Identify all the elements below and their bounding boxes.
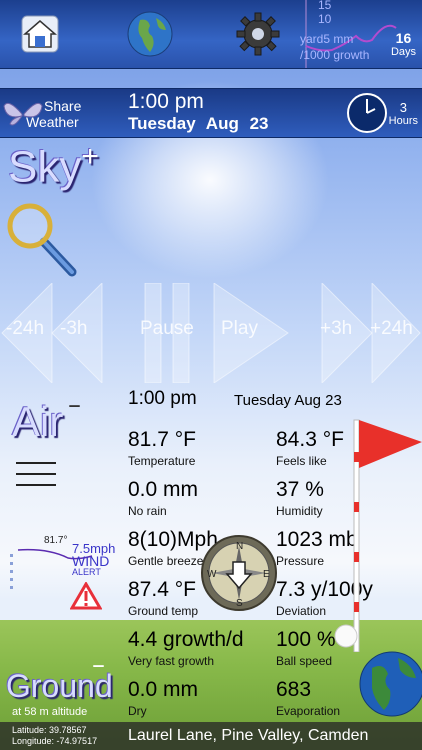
compass-w: W bbox=[207, 569, 217, 580]
compass-icon[interactable]: N S E W bbox=[200, 534, 278, 612]
hours-value: 3 bbox=[399, 100, 407, 115]
settings-button[interactable] bbox=[232, 8, 284, 60]
wind-temp-small: 81.7° bbox=[44, 535, 68, 546]
latitude-label: Latitude: 39.78567 bbox=[12, 725, 87, 735]
pause-button[interactable]: Pause bbox=[140, 318, 194, 340]
play-button[interactable]: Play bbox=[221, 318, 258, 340]
location-name[interactable]: Laurel Lane, Pine Valley, Camden bbox=[128, 727, 368, 745]
growth-value: 4.4 growth/d bbox=[128, 628, 244, 651]
days-selector[interactable]: 16 Days bbox=[391, 30, 416, 58]
search-icon[interactable] bbox=[6, 198, 78, 278]
clock-icon[interactable] bbox=[346, 92, 388, 134]
current-date: Tuesday Aug 23 bbox=[128, 114, 269, 133]
conditions-time: 1:00 pm bbox=[128, 388, 197, 409]
dryness-label: Dry bbox=[128, 704, 147, 718]
hours-selector[interactable]: 3 Hours bbox=[389, 100, 418, 127]
warning-icon[interactable] bbox=[70, 582, 102, 610]
ground-temp-value: 87.4 °F bbox=[128, 578, 196, 601]
wind-alert-label: ALERT bbox=[72, 567, 101, 577]
spark-label-growth: /1000 growth bbox=[300, 48, 370, 62]
gear-icon bbox=[236, 12, 280, 56]
air-collapse-toggle[interactable]: – bbox=[68, 390, 81, 420]
spark-label-yard: yard5 mm bbox=[300, 32, 354, 46]
air-heading[interactable]: Air bbox=[12, 398, 63, 446]
compass-s: S bbox=[236, 598, 243, 609]
rain-label: No rain bbox=[128, 504, 167, 518]
weather-label: Weather bbox=[26, 114, 79, 130]
evaporation-value: 683 bbox=[276, 678, 312, 701]
spark-label-15: 15 bbox=[318, 0, 332, 12]
home-button[interactable] bbox=[14, 8, 66, 60]
dryness-value: 0.0 mm bbox=[128, 678, 199, 701]
globe-button[interactable] bbox=[124, 8, 176, 60]
humidity-value: 37 % bbox=[276, 478, 324, 501]
deviation-label: Deviation bbox=[276, 604, 327, 618]
menu-icon[interactable] bbox=[16, 462, 56, 495]
sky-heading[interactable]: Sky+ bbox=[8, 140, 99, 193]
share-label: Share bbox=[44, 98, 82, 114]
back-3h-button[interactable]: -3h bbox=[60, 318, 87, 340]
conditions-date: Tuesday Aug 23 bbox=[234, 392, 342, 409]
longitude-label: Longitude: -74.97517 bbox=[12, 736, 98, 746]
altitude-label: at 58 m altitude bbox=[12, 706, 88, 718]
temperature-value: 81.7 °F bbox=[128, 428, 196, 451]
globe-map-icon[interactable] bbox=[358, 648, 422, 720]
spark-label-10: 10 bbox=[318, 12, 332, 26]
globe-icon bbox=[127, 11, 173, 57]
growth-label: Very fast growth bbox=[128, 654, 215, 668]
ground-collapse-toggle[interactable]: – bbox=[92, 650, 105, 680]
ball-speed-label: Ball speed bbox=[276, 654, 333, 668]
hours-label: Hours bbox=[388, 115, 418, 127]
days-value: 16 bbox=[395, 30, 412, 46]
humidity-label: Humidity bbox=[276, 504, 323, 518]
home-icon bbox=[21, 15, 59, 53]
golf-flag-icon bbox=[334, 419, 422, 652]
wind-label: Gentle breeze bbox=[128, 554, 204, 568]
days-label: Days bbox=[390, 46, 416, 58]
compass-n: N bbox=[236, 541, 243, 552]
feels-like-label: Feels like bbox=[276, 454, 327, 468]
forward-3h-button[interactable]: +3h bbox=[320, 318, 352, 340]
sky-title: Sky bbox=[8, 142, 82, 192]
rain-value: 0.0 mm bbox=[128, 478, 199, 501]
current-time: 1:00 pm bbox=[128, 90, 204, 113]
evaporation-label: Evaporation bbox=[276, 704, 341, 718]
sky-plus: + bbox=[81, 140, 99, 173]
ball-speed-value: 100 % bbox=[276, 628, 336, 651]
coordinates: Latitude: 39.78567 Longitude: -74.97517 bbox=[12, 725, 97, 747]
share-weather-button[interactable]: Share Weather bbox=[2, 94, 94, 134]
ground-temp-label: Ground temp bbox=[128, 604, 199, 618]
forward-24h-button[interactable]: +24h bbox=[370, 318, 413, 340]
pressure-label: Pressure bbox=[276, 554, 325, 568]
temperature-label: Temperature bbox=[128, 454, 196, 468]
compass-e: E bbox=[263, 569, 270, 580]
back-24h-button[interactable]: -24h bbox=[6, 318, 44, 340]
